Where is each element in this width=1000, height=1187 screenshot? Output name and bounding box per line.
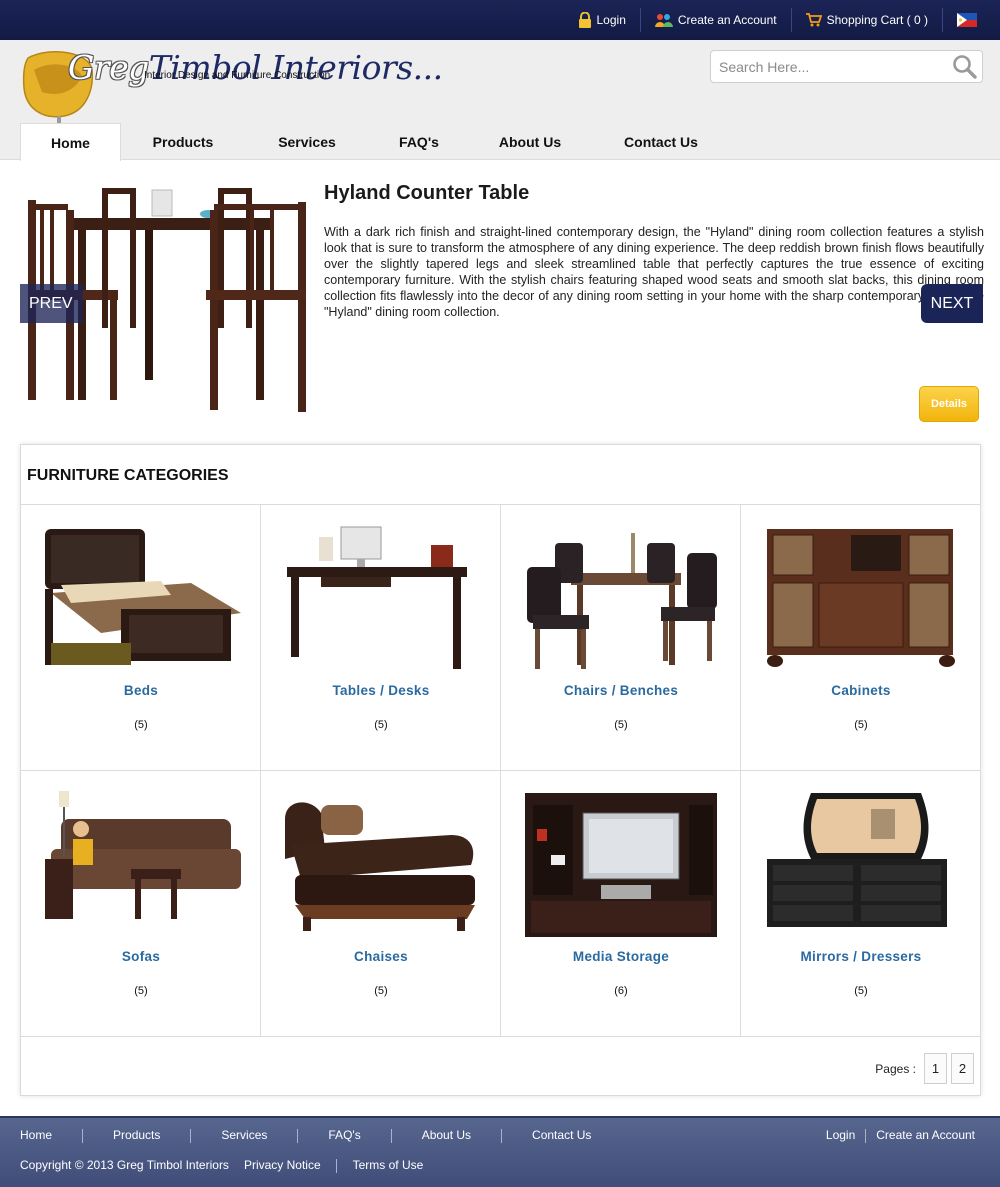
divider <box>190 1129 192 1143</box>
search-input[interactable] <box>711 51 941 82</box>
site-logo[interactable]: GregTimbol Interiors... Interior Design … <box>20 48 443 142</box>
shopping-cart-link[interactable]: Shopping Cart ( 0 ) <box>792 8 943 32</box>
site-footer: Home Products Services FAQ's About Us Co… <box>0 1116 1000 1187</box>
footer-nav: Home Products Services FAQ's About Us Co… <box>20 1128 621 1143</box>
top-bar: Login Create an Account Shopping Cart ( … <box>0 0 1000 40</box>
divider <box>335 1159 337 1173</box>
category-name: Tables / Desks <box>332 683 430 698</box>
logo-wordmark: GregTimbol Interiors... <box>68 48 443 87</box>
divider <box>865 1129 867 1143</box>
chaises-image <box>285 802 475 931</box>
mirrors-dressers-image <box>767 793 947 927</box>
featured-product-title: Hyland Counter Table <box>324 182 530 204</box>
category-name: Cabinets <box>831 683 891 698</box>
footer-link-contact-us[interactable]: Contact Us <box>532 1128 621 1143</box>
category-cabinets[interactable]: Cabinets (5) <box>741 505 981 771</box>
footer-create-account-link[interactable]: Create an Account <box>876 1128 975 1143</box>
category-name: Media Storage <box>572 949 670 964</box>
search-icon[interactable] <box>952 54 978 80</box>
category-count: (5) <box>854 985 868 997</box>
cart-icon <box>805 13 822 27</box>
language-flag-link[interactable] <box>943 8 990 32</box>
sofas-image <box>45 791 241 919</box>
footer-link-services[interactable]: Services <box>221 1128 297 1143</box>
divider <box>297 1129 299 1143</box>
chairs-benches-image <box>527 533 717 669</box>
footer-legal: Copyright © 2013 Greg Timbol Interiors P… <box>20 1158 423 1173</box>
shopping-cart-label: Shopping Cart ( 0 ) <box>826 13 928 27</box>
category-name: Sofas <box>121 949 161 964</box>
category-media-storage[interactable]: Media Storage (6) <box>501 771 741 1037</box>
logo-first-name: Greg <box>68 48 149 87</box>
divider <box>390 1129 392 1143</box>
media-storage-image <box>525 793 717 937</box>
people-icon <box>654 14 673 27</box>
pagination: Pages : 1 2 <box>875 1053 974 1084</box>
footer-link-about-us[interactable]: About Us <box>422 1128 501 1143</box>
main-nav: Home Products Services FAQ's About Us Co… <box>20 123 731 161</box>
tab-about-us[interactable]: About Us <box>469 123 591 160</box>
category-tables-desks[interactable]: Tables / Desks (5) <box>261 505 501 771</box>
privacy-notice-link[interactable]: Privacy Notice <box>244 1158 336 1173</box>
philippines-flag-icon <box>957 13 977 27</box>
category-count: (5) <box>854 719 868 731</box>
category-beds[interactable]: Beds (5) <box>21 505 261 771</box>
pages-label: Pages : <box>875 1061 916 1076</box>
category-count: (6) <box>614 985 628 997</box>
category-name: Chairs / Benches <box>563 683 679 698</box>
top-links: Login Create an Account Shopping Cart ( … <box>564 0 991 40</box>
category-count: (5) <box>134 719 148 731</box>
login-link[interactable]: Login <box>564 8 641 32</box>
copyright-text: Copyright © 2013 Greg Timbol Interiors <box>20 1158 229 1172</box>
logo-rest-name: Timbol Interiors... <box>148 48 443 87</box>
featured-product-description: With a dark rich finish and straight-lin… <box>324 225 984 319</box>
footer-link-home[interactable]: Home <box>20 1128 82 1143</box>
tables-desks-image <box>287 526 467 669</box>
category-count: (5) <box>134 985 148 997</box>
page-2-button[interactable]: 2 <box>951 1053 974 1084</box>
category-chairs-benches[interactable]: Chairs / Benches (5) <box>501 505 741 771</box>
tab-services[interactable]: Services <box>245 123 369 160</box>
site-header: GregTimbol Interiors... Interior Design … <box>0 40 1000 161</box>
category-sofas[interactable]: Sofas (5) <box>21 771 261 1037</box>
footer-login-link[interactable]: Login <box>826 1128 865 1143</box>
lock-icon <box>578 12 591 28</box>
tab-contact-us[interactable]: Contact Us <box>591 123 731 160</box>
beds-image <box>45 529 241 665</box>
tab-products[interactable]: Products <box>121 123 245 160</box>
footer-link-faqs[interactable]: FAQ's <box>328 1128 390 1143</box>
category-name: Beds <box>123 683 159 698</box>
tab-home[interactable]: Home <box>20 123 121 161</box>
divider <box>82 1129 84 1143</box>
category-chaises[interactable]: Chaises (5) <box>261 771 501 1037</box>
category-count: (5) <box>374 985 388 997</box>
page-1-button[interactable]: 1 <box>924 1053 947 1084</box>
tab-faqs[interactable]: FAQ's <box>369 123 469 160</box>
furniture-categories-panel: FURNITURE CATEGORIES Beds (5) Tables / D… <box>20 444 981 1096</box>
featured-product-slider: Hyland Counter Table With a dark rich fi… <box>0 160 1000 440</box>
next-button[interactable]: NEXT <box>921 284 983 323</box>
create-account-label: Create an Account <box>677 13 777 27</box>
footer-account-links: Login Create an Account <box>826 1128 975 1143</box>
divider <box>501 1129 503 1143</box>
cabinets-image <box>767 529 955 667</box>
categories-title: FURNITURE CATEGORIES <box>27 467 229 484</box>
category-count: (5) <box>374 719 388 731</box>
search-box <box>710 50 983 83</box>
terms-of-use-link[interactable]: Terms of Use <box>353 1158 424 1173</box>
footer-link-products[interactable]: Products <box>113 1128 190 1143</box>
category-name: Chaises <box>354 949 408 964</box>
category-mirrors-dressers[interactable]: Mirrors / Dressers (5) <box>741 771 981 1037</box>
category-name: Mirrors / Dressers <box>800 949 922 964</box>
logo-tagline: Interior Design and Furniture Constructi… <box>144 70 331 81</box>
prev-button[interactable]: PREV <box>20 284 83 323</box>
category-count: (5) <box>614 719 628 731</box>
create-account-link[interactable]: Create an Account <box>641 8 792 32</box>
login-label: Login <box>596 13 626 27</box>
details-button[interactable]: Details <box>919 386 979 422</box>
